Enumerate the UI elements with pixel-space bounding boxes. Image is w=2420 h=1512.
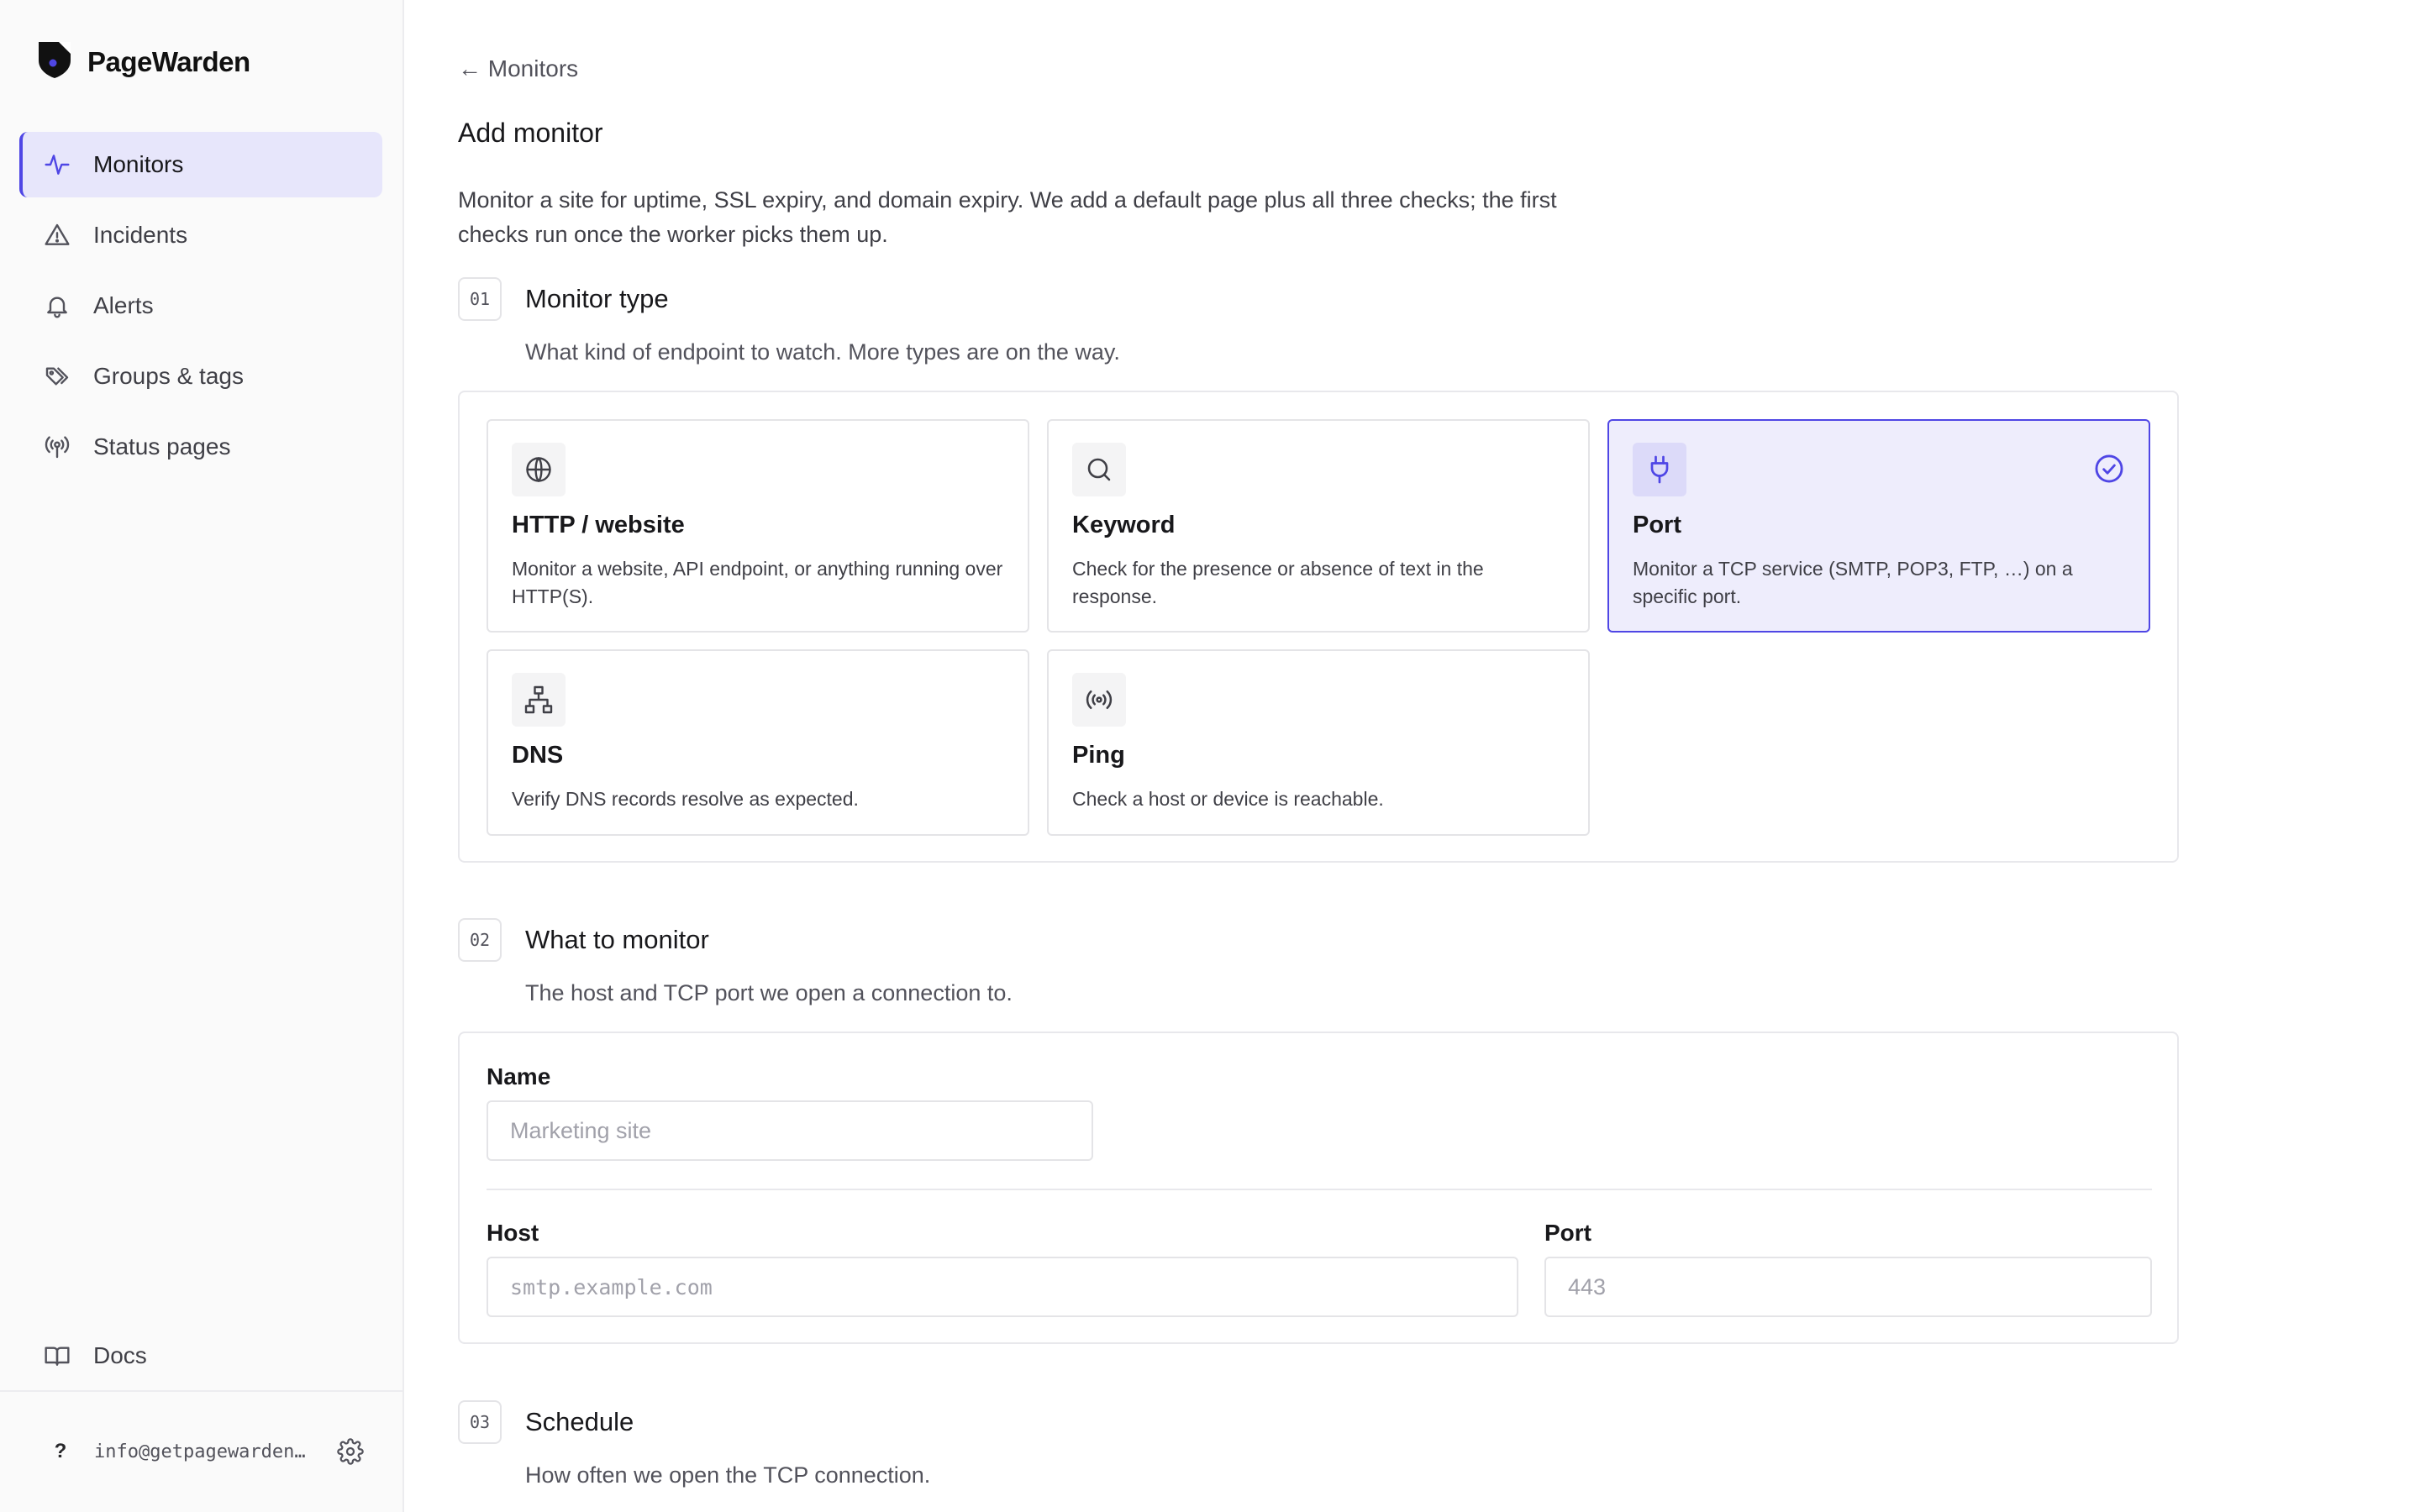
type-card-description: Check for the presence or absence of tex…: [1072, 558, 1484, 607]
sidebar-item-monitors[interactable]: Monitors: [19, 132, 382, 197]
form-divider: [487, 1189, 2152, 1190]
port-label: Port: [1544, 1220, 1591, 1246]
port-input[interactable]: [1544, 1257, 2152, 1317]
sidebar: PageWarden Monitors Incidents Alerts Gro…: [0, 0, 404, 1512]
sidebar-item-label: Groups & tags: [93, 363, 244, 389]
user-account-row: ? info@getpagewarden…: [37, 1428, 373, 1475]
network-icon: [512, 673, 566, 727]
sidebar-item-label: Status pages: [93, 433, 231, 459]
type-card-description: Monitor a TCP service (SMTP, POP3, FTP, …: [1633, 558, 2073, 607]
name-label: Name: [487, 1063, 551, 1089]
step-number: 02: [458, 918, 502, 962]
step-schedule-header: 03 Schedule: [458, 1400, 634, 1444]
type-card-dns[interactable]: DNS Verify DNS records resolve as expect…: [487, 649, 1029, 836]
sidebar-item-alerts[interactable]: Alerts: [19, 273, 382, 339]
sidebar-item-groups-tags[interactable]: Groups & tags: [19, 344, 382, 409]
bell-icon: [43, 291, 71, 320]
pagewarden-logo-icon: [37, 40, 72, 83]
type-card-title: Ping: [1072, 742, 1125, 769]
name-input[interactable]: [487, 1100, 1093, 1161]
host-label: Host: [487, 1220, 539, 1246]
type-card-description: Check a host or device is reachable.: [1072, 788, 1384, 810]
step-title: What to monitor: [525, 925, 709, 954]
type-card-title: HTTP / website: [512, 512, 685, 538]
host-input[interactable]: [487, 1257, 1518, 1317]
sidebar-item-incidents[interactable]: Incidents: [19, 202, 382, 268]
monitor-type-panel: HTTP / website Monitor a website, API en…: [458, 391, 2179, 863]
type-card-description: Verify DNS records resolve as expected.: [512, 788, 859, 810]
back-to-monitors-link[interactable]: ← Monitors: [458, 55, 578, 82]
activity-icon: [43, 150, 71, 179]
type-card-ping[interactable]: Ping Check a host or device is reachable…: [1047, 649, 1590, 836]
sidebar-nav: Monitors Incidents Alerts Groups & tags …: [19, 132, 382, 485]
sidebar-item-label: Alerts: [93, 292, 154, 318]
brand[interactable]: PageWarden: [37, 40, 250, 83]
plug-icon: [1633, 443, 1686, 496]
step-monitor-type-header: 01 Monitor type: [458, 277, 669, 321]
sidebar-item-label: Docs: [93, 1342, 147, 1368]
help-button[interactable]: ?: [37, 1440, 84, 1463]
search-icon: [1072, 443, 1126, 496]
type-card-title: Port: [1633, 512, 1681, 538]
step-title: Schedule: [525, 1407, 634, 1436]
brand-name: PageWarden: [87, 45, 250, 77]
step-what-to-monitor-header: 02 What to monitor: [458, 918, 709, 962]
user-email[interactable]: info@getpagewarden…: [94, 1441, 311, 1462]
step-number: 03: [458, 1400, 502, 1444]
type-card-keyword[interactable]: Keyword Check for the presence or absenc…: [1047, 419, 1590, 633]
type-card-http[interactable]: HTTP / website Monitor a website, API en…: [487, 419, 1029, 633]
step-title: Monitor type: [525, 284, 669, 313]
page-title: Add monitor: [458, 118, 603, 148]
broadcast-icon: [43, 433, 71, 461]
gear-icon[interactable]: [336, 1437, 365, 1466]
page-intro: Monitor a site for uptime, SSL expiry, a…: [458, 187, 1557, 247]
sidebar-item-docs[interactable]: Docs: [19, 1323, 382, 1389]
type-card-title: Keyword: [1072, 512, 1176, 538]
check-circle-icon: [2095, 454, 2123, 483]
step-subtitle: How often we open the TCP connection.: [525, 1462, 931, 1488]
sidebar-item-status-pages[interactable]: Status pages: [19, 414, 382, 480]
warning-triangle-icon: [43, 221, 71, 249]
type-card-title: DNS: [512, 742, 564, 769]
step-subtitle: What kind of endpoint to watch. More typ…: [525, 339, 1120, 365]
radio-signal-icon: [1072, 673, 1126, 727]
type-card-port[interactable]: Port Monitor a TCP service (SMTP, POP3, …: [1607, 419, 2150, 633]
step-subtitle: The host and TCP port we open a connecti…: [525, 980, 1013, 1005]
book-icon: [43, 1341, 71, 1370]
tags-icon: [43, 362, 71, 391]
step-number: 01: [458, 277, 502, 321]
sidebar-divider: [0, 1390, 402, 1392]
globe-icon: [512, 443, 566, 496]
what-to-monitor-panel: Name Host Port: [458, 1032, 2179, 1344]
sidebar-item-label: Monitors: [93, 151, 184, 177]
type-card-description: Monitor a website, API endpoint, or anyt…: [512, 558, 1003, 607]
sidebar-docs-section: Docs: [19, 1323, 382, 1394]
sidebar-item-label: Incidents: [93, 222, 188, 248]
